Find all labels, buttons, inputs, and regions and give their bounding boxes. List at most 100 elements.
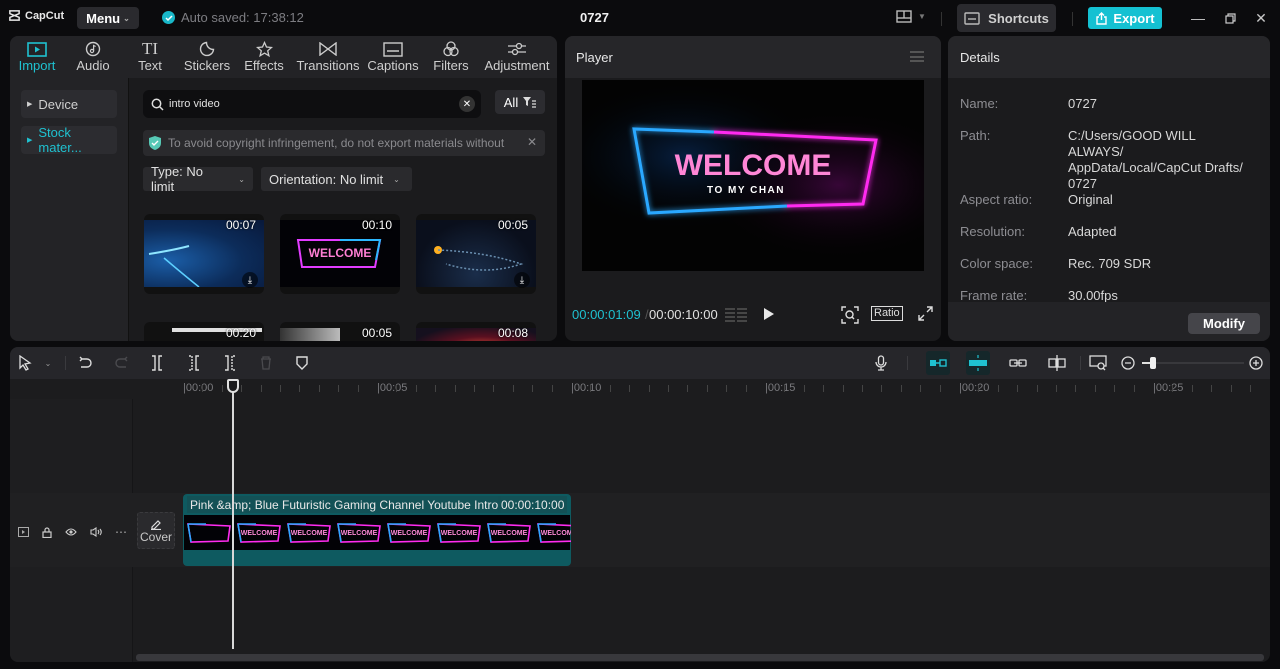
main-track-magnet-toggle[interactable] <box>926 351 950 375</box>
delete-right-button[interactable] <box>221 354 239 372</box>
trash-icon <box>261 356 271 370</box>
layout-button[interactable]: ▼ <box>896 10 926 23</box>
export-button[interactable]: Export <box>1088 7 1162 29</box>
ratio-button[interactable]: Ratio <box>871 306 903 321</box>
frame-grid-icon[interactable] <box>725 307 747 322</box>
ruler-tick <box>978 385 980 392</box>
dismiss-notice-button[interactable]: ✕ <box>527 135 537 149</box>
tab-transitions[interactable]: Transitions <box>292 36 364 78</box>
zoom-in-button[interactable] <box>1247 354 1265 372</box>
filter-all-label: All <box>503 94 519 110</box>
orientation-filter-dropdown[interactable]: Orientation: No limit ⌄ <box>261 167 412 191</box>
tab-captions[interactable]: Captions <box>364 36 422 78</box>
stickers-icon <box>199 41 215 57</box>
track-video-icon[interactable] <box>18 527 29 537</box>
preview-axis-icon <box>1048 355 1066 371</box>
trim-left-icon <box>189 355 199 371</box>
playhead-handle[interactable] <box>227 379 239 393</box>
cursor-icon <box>19 355 32 371</box>
zoom-out-button[interactable] <box>1119 354 1137 372</box>
media-thumbnail[interactable]: WELCOME 00:10 <box>280 214 400 294</box>
ruler-tick <box>1056 385 1057 392</box>
sidebar-item-device[interactable]: ▶ Device <box>21 90 117 118</box>
media-thumbnail[interactable]: 00:07 ⤓ <box>144 214 264 294</box>
link-clips-button[interactable] <box>1009 354 1027 372</box>
tab-filters[interactable]: Filters <box>422 36 480 78</box>
search-input[interactable]: intro video ✕ <box>143 90 481 118</box>
video-preview[interactable]: WELCOME TO MY CHAN <box>582 80 924 271</box>
tab-label: Adjustment <box>484 58 550 73</box>
clip-filmstrip: WELCOME WELCOME WELCOME WELCOME WELCOME WELCO… <box>184 515 571 550</box>
detail-row-name: Name: 0727 <box>960 96 1258 112</box>
ruler-tick <box>629 385 631 392</box>
fullscreen-icon[interactable] <box>918 306 933 321</box>
tab-effects[interactable]: Effects <box>236 36 292 78</box>
marker-button[interactable] <box>293 354 311 372</box>
lock-icon[interactable] <box>42 526 52 538</box>
zoom-slider[interactable] <box>1142 357 1244 369</box>
ruler-label: |00:25 <box>1153 382 1184 394</box>
download-button[interactable]: ⤓ <box>514 272 530 288</box>
ruler-tick <box>745 385 747 392</box>
auto-snap-toggle[interactable] <box>966 351 990 375</box>
tab-stickers[interactable]: Stickers <box>178 36 236 78</box>
media-thumbnail[interactable]: 00:05 <box>280 322 400 341</box>
eye-icon[interactable] <box>65 528 77 536</box>
select-tool-dropdown[interactable]: ⌄ <box>39 354 57 372</box>
transitions-icon <box>319 42 337 56</box>
horizontal-scrollbar[interactable] <box>136 654 1264 661</box>
play-button[interactable] <box>763 307 775 321</box>
tab-adjustment[interactable]: Adjustment <box>480 36 554 78</box>
type-filter-dropdown[interactable]: Type: No limit ⌄ <box>143 164 253 194</box>
divider <box>1072 12 1073 26</box>
sidebar-item-label: Device <box>38 96 79 112</box>
record-audio-button[interactable] <box>872 354 890 372</box>
minimize-button[interactable]: — <box>1189 9 1207 27</box>
select-tool-button[interactable] <box>16 354 34 372</box>
zoom-preview-icon[interactable] <box>841 306 859 324</box>
clear-search-button[interactable]: ✕ <box>459 96 475 112</box>
delete-button[interactable] <box>257 354 275 372</box>
export-icon <box>1096 11 1108 25</box>
restore-button[interactable] <box>1221 9 1239 27</box>
close-button[interactable]: ✕ <box>1252 9 1270 27</box>
menu-label: Menu <box>86 10 121 26</box>
zoom-to-fit-button[interactable] <box>1089 354 1107 372</box>
playhead-line[interactable] <box>232 379 234 649</box>
volume-icon[interactable] <box>90 527 102 537</box>
thumbnail-duration: 00:10 <box>361 218 392 232</box>
redo-button[interactable] <box>113 354 131 372</box>
tab-import[interactable]: Import <box>10 36 64 78</box>
media-thumbnail[interactable]: 00:08 <box>416 322 536 341</box>
player-menu-icon[interactable] <box>910 51 924 62</box>
ruler-tick <box>318 385 320 392</box>
dropdown-caret-icon: ▼ <box>918 12 926 21</box>
split-button[interactable] <box>148 354 166 372</box>
preview-axis-button[interactable] <box>1048 354 1066 372</box>
delete-left-button[interactable] <box>185 354 203 372</box>
video-clip[interactable]: Pink &amp; Blue Futuristic Gaming Channe… <box>183 494 571 566</box>
app-logo: CapCut <box>8 9 64 22</box>
ruler-label: |00:15 <box>765 382 796 394</box>
undo-button[interactable] <box>76 354 94 372</box>
media-thumbnail[interactable]: 00:20 <box>144 322 264 341</box>
ruler-tick <box>881 385 883 392</box>
cover-button[interactable]: Cover <box>137 512 175 549</box>
media-thumbnail[interactable]: 00:05 ⤓ <box>416 214 536 294</box>
app-name: CapCut <box>25 9 65 22</box>
shortcuts-button[interactable]: Shortcuts <box>957 4 1056 32</box>
ruler-tick <box>1172 385 1174 392</box>
menu-button[interactable]: Menu ⌄ <box>77 7 139 29</box>
tab-audio[interactable]: Audio <box>64 36 122 78</box>
download-button[interactable]: ⤓ <box>242 272 258 288</box>
search-icon <box>151 98 164 111</box>
timeline-ruler[interactable]: |00:00 |00:05 |00:10 |00:15 |00:20 |00:25 <box>133 379 1270 399</box>
filter-all-button[interactable]: All <box>495 90 545 114</box>
modify-button[interactable]: Modify <box>1188 313 1260 334</box>
more-options-icon[interactable]: ⋯ <box>115 525 127 539</box>
zoom-slider-handle[interactable] <box>1150 357 1157 369</box>
sidebar-item-stock-materials[interactable]: ▶ Stock mater... <box>21 125 117 155</box>
tab-text[interactable]: TI Text <box>122 36 178 78</box>
ruler-tick <box>512 385 514 392</box>
snap-icon <box>969 355 987 371</box>
